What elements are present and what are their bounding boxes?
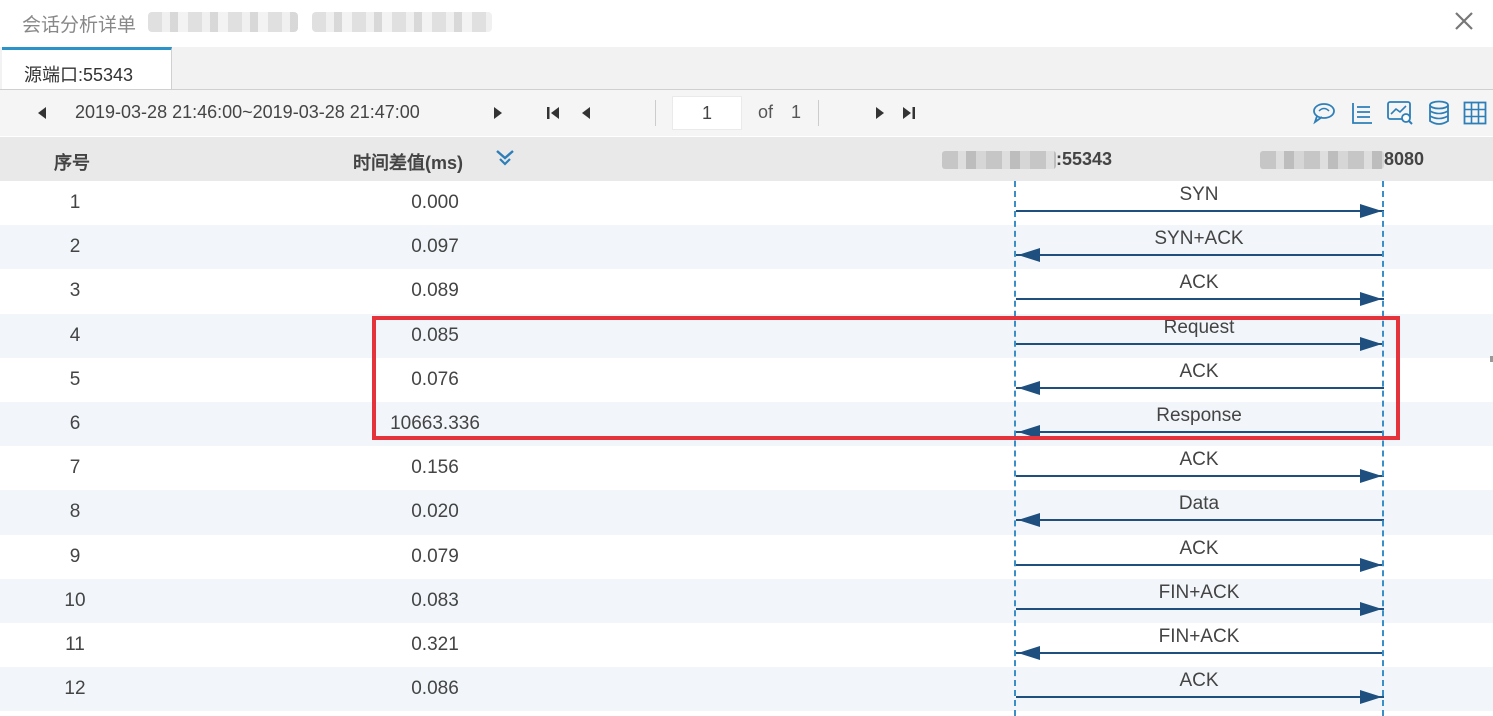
tab-label: 源端口:55343 [24,65,134,85]
sort-chevron-icon[interactable] [494,147,516,169]
cell-time-diff: 0.089 [411,280,459,302]
cell-time-diff: 0.097 [411,236,459,258]
redacted-source-ip [942,151,1056,169]
cell-time-diff: 0.083 [411,589,459,611]
title-bar: 会话分析详单 [0,0,1493,44]
total-pages: 1 [791,102,802,122]
table-row[interactable]: 3 0.089 ACK [0,269,1493,314]
source-lifeline [1014,181,1016,716]
cell-seq: 9 [69,545,81,567]
first-page-icon[interactable] [543,90,565,136]
last-page-icon[interactable] [897,90,919,136]
arrow-right-icon [1016,204,1384,218]
highlight-box [372,316,1400,440]
table-row[interactable]: 7 0.156 ACK [0,446,1493,491]
prev-range-icon[interactable] [32,90,52,136]
cell-seq: 4 [69,324,81,346]
database-icon[interactable] [1426,90,1452,136]
monitor-search-icon[interactable] [1385,90,1415,136]
redacted-info [148,12,298,32]
list-chart-icon[interactable] [1348,90,1376,136]
arrow-right-icon [1016,601,1384,616]
chat-icon[interactable] [1310,90,1338,136]
arrow-right-icon [1016,690,1384,705]
cell-seq: 2 [69,236,81,258]
arrow-left-icon [1016,248,1384,263]
next-range-icon[interactable] [488,90,508,136]
arrow-right-icon [1016,469,1384,484]
arrow-right-icon [1016,557,1384,572]
close-icon[interactable] [1451,8,1477,34]
toolbar: 2019-03-28 21:46:00~2019-03-28 21:47:00 … [0,90,1493,136]
separator [818,100,819,126]
dest-lifeline [1382,181,1384,716]
cell-seq: 11 [65,633,85,655]
page-number-input[interactable]: 1 [672,96,742,130]
tab-bar: 源端口:55343 [0,47,1493,90]
redacted-info [312,12,492,32]
cell-seq: 5 [69,368,81,390]
table-header: 序号 时间差值(ms) :55343 8080 [0,137,1493,181]
cell-seq: 6 [69,412,81,434]
cell-seq: 8 [69,501,81,523]
separator [655,100,656,126]
header-time-diff[interactable]: 时间差值(ms) [353,149,463,175]
window-title: 会话分析详单 [22,15,137,36]
redacted-dest-ip [1260,151,1384,169]
cell-time-diff: 0.079 [411,545,459,567]
table-body: 1 0.000 SYN 2 0.097 SYN+ACK 3 0.089 ACK 4 0.085 Req… [0,181,1493,712]
arrow-left-icon [1016,513,1384,528]
of-label: of [758,102,774,122]
cell-time-diff: 0.000 [411,192,459,213]
next-page-icon[interactable] [870,90,890,136]
table-row[interactable]: 10 0.083 FIN+ACK [0,578,1493,623]
table-row[interactable]: 9 0.079 ACK [0,534,1493,579]
prev-page-icon[interactable] [576,90,596,136]
table-row[interactable]: 2 0.097 SYN+ACK [0,225,1493,270]
header-seq[interactable]: 序号 [54,149,90,175]
tab-source-port[interactable]: 源端口:55343 [2,47,172,89]
cell-seq: 7 [69,457,81,479]
cell-time-diff: 0.156 [411,457,459,479]
cell-seq: 12 [64,678,86,700]
arrow-right-icon [1016,292,1384,307]
cell-seq: 3 [69,280,81,302]
grid-icon[interactable] [1461,90,1489,136]
cell-time-diff: 0.086 [411,678,459,700]
table-row[interactable]: 8 0.020 Data [0,490,1493,535]
cell-time-diff: 0.321 [411,633,459,655]
cell-seq: 10 [64,589,86,611]
header-source-port: :55343 [1056,149,1113,169]
cell-seq: 1 [69,192,81,213]
header-dest-port: 8080 [1384,149,1425,169]
table-row[interactable]: 1 0.000 SYN [0,181,1493,226]
table-row[interactable]: 11 0.321 FIN+ACK [0,622,1493,668]
arrow-left-icon [1016,645,1384,660]
cell-time-diff: 0.020 [411,501,459,523]
table-row[interactable]: 12 0.086 ACK [0,667,1493,712]
time-range: 2019-03-28 21:46:00~2019-03-28 21:47:00 [75,102,420,122]
